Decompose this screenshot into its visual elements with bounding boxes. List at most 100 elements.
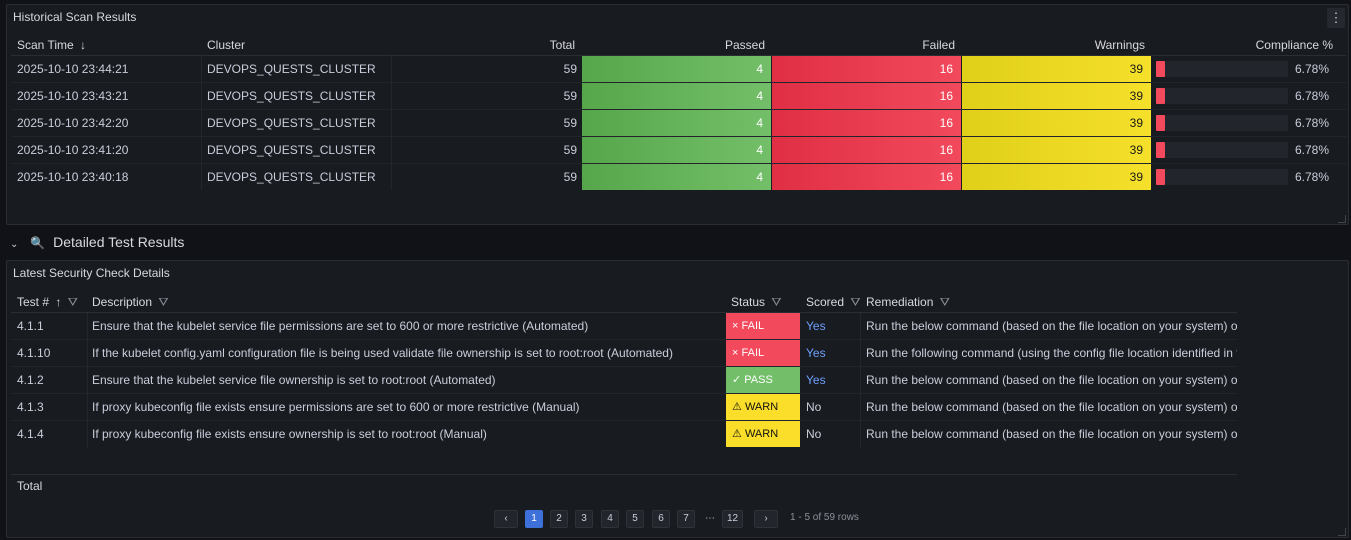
scored-cell: Yes	[806, 319, 826, 333]
col-separator	[201, 55, 202, 190]
status-badge-fail: × FAIL	[726, 340, 800, 366]
status-badge-warn: ⚠ WARN	[726, 421, 800, 447]
total-cell: 59	[563, 143, 577, 157]
scan-time-cell: 2025-10-10 23:42:20	[17, 116, 129, 130]
security-details-panel: Latest Security Check Details Test # ↑ ⛛…	[6, 260, 1349, 538]
close-icon: ×	[732, 347, 739, 359]
col-label: Test #	[17, 295, 50, 309]
filter-icon[interactable]: ⛛	[940, 295, 950, 309]
scan-time-cell: 2025-10-10 23:41:20	[17, 143, 129, 157]
warnings-cell: 39	[962, 164, 1151, 190]
compliance-gauge	[1156, 169, 1288, 185]
col-label: Scored	[806, 295, 845, 309]
passed-cell: 4	[582, 56, 771, 82]
col-header-scored[interactable]: Scored ⛛	[806, 295, 860, 310]
prev-page-button[interactable]: ‹	[494, 510, 518, 528]
remediation-cell: Run the below command (based on the file…	[866, 400, 1237, 414]
chevron-down-icon: ⌄	[10, 239, 19, 250]
failed-cell: 16	[772, 83, 961, 109]
panel-title: Historical Scan Results	[13, 10, 137, 24]
warnings-cell: 39	[962, 56, 1151, 82]
next-page-button[interactable]: ›	[754, 510, 778, 528]
filter-icon[interactable]: ⛛	[158, 295, 168, 309]
col-header-compliance[interactable]: Compliance %	[1233, 38, 1333, 52]
page-button-12[interactable]: 12	[722, 510, 744, 528]
cluster-cell: DEVOPS_QUESTS_CLUSTER	[207, 62, 376, 76]
compliance-gauge-fill	[1156, 88, 1165, 104]
col-header-cluster[interactable]: Cluster	[207, 38, 245, 52]
compliance-cell: 6.78%	[1294, 62, 1329, 76]
col-label: Description	[92, 295, 153, 309]
description-cell: If proxy kubeconfig file exists ensure p…	[92, 400, 580, 414]
description-cell: If the kubelet config.yaml configuration…	[92, 346, 673, 360]
panel-resize-handle[interactable]	[1338, 215, 1346, 223]
failed-cell: 16	[772, 110, 961, 136]
close-icon: ×	[732, 320, 739, 332]
total-cell: 59	[563, 62, 577, 76]
scored-cell: Yes	[806, 346, 826, 360]
filter-icon[interactable]: ⛛	[850, 295, 860, 309]
status-label: WARN	[744, 428, 779, 440]
warnings-cell: 39	[962, 110, 1151, 136]
failed-cell: 16	[772, 164, 961, 190]
ellipsis-icon: ⋯	[705, 513, 715, 524]
compliance-cell: 6.78%	[1294, 116, 1329, 130]
description-cell: Ensure that the kubelet service file own…	[92, 373, 496, 387]
col-separator	[87, 313, 88, 448]
passed-cell: 4	[582, 164, 771, 190]
panel-menu-icon[interactable]: ⋮	[1327, 8, 1345, 28]
compliance-gauge	[1156, 142, 1288, 158]
status-label: PASS	[744, 374, 773, 386]
page-button-1[interactable]: 1	[525, 510, 543, 528]
test-id-cell: 4.1.2	[17, 373, 44, 387]
col-header-status[interactable]: Status ⛛	[731, 295, 781, 310]
col-label: Remediation	[866, 295, 934, 309]
page-button-6[interactable]: 6	[652, 510, 670, 528]
compliance-gauge	[1156, 61, 1288, 77]
compliance-gauge-fill	[1156, 61, 1165, 77]
test-id-cell: 4.1.1	[17, 319, 44, 333]
status-label: WARN	[744, 401, 779, 413]
compliance-gauge	[1156, 88, 1288, 104]
compliance-cell: 6.78%	[1294, 170, 1329, 184]
filter-icon[interactable]: ⛛	[771, 295, 781, 309]
description-cell: Ensure that the kubelet service file per…	[92, 319, 589, 333]
col-header-warnings[interactable]: Warnings	[1047, 38, 1145, 52]
col-header-failed[interactable]: Failed	[857, 38, 955, 52]
section-header-detailed-results[interactable]: ⌄ 🔍 Detailed Test Results	[10, 234, 184, 250]
total-cell: 59	[563, 170, 577, 184]
test-id-cell: 4.1.4	[17, 427, 44, 441]
col-header-total[interactable]: Total	[527, 38, 575, 52]
page-button-7[interactable]: 7	[677, 510, 695, 528]
col-header-remediation[interactable]: Remediation ⛛	[866, 295, 950, 310]
passed-cell: 4	[582, 83, 771, 109]
col-header-description[interactable]: Description ⛛	[92, 295, 168, 310]
page-button-5[interactable]: 5	[626, 510, 644, 528]
total-cell: 59	[563, 89, 577, 103]
warnings-cell: 39	[962, 137, 1151, 163]
status-label: FAIL	[741, 320, 765, 332]
total-cell: 59	[563, 116, 577, 130]
panel-title: Latest Security Check Details	[13, 266, 170, 280]
sort-desc-icon: ↓	[80, 38, 87, 52]
warnings-cell: 39	[962, 83, 1151, 109]
filter-icon[interactable]: ⛛	[68, 295, 78, 309]
cluster-cell: DEVOPS_QUESTS_CLUSTER	[207, 116, 376, 130]
remediation-cell: Run the below command (based on the file…	[866, 319, 1237, 333]
page-button-3[interactable]: 3	[575, 510, 593, 528]
compliance-cell: 6.78%	[1294, 143, 1329, 157]
remediation-cell: Run the below command (based on the file…	[866, 427, 1237, 441]
compliance-gauge-fill	[1156, 115, 1165, 131]
col-header-passed[interactable]: Passed	[667, 38, 765, 52]
footer-divider	[11, 474, 1237, 475]
failed-cell: 16	[772, 56, 961, 82]
description-cell: If proxy kubeconfig file exists ensure o…	[92, 427, 487, 441]
panel-resize-handle[interactable]	[1338, 528, 1346, 536]
status-badge-fail: × FAIL	[726, 313, 800, 339]
page-button-4[interactable]: 4	[601, 510, 619, 528]
col-header-scan-time[interactable]: Scan Time ↓	[17, 38, 86, 52]
col-header-test[interactable]: Test # ↑ ⛛	[17, 295, 78, 310]
status-badge-warn: ⚠ WARN	[726, 394, 800, 420]
status-badge-pass: ✓ PASS	[726, 367, 800, 393]
page-button-2[interactable]: 2	[550, 510, 568, 528]
